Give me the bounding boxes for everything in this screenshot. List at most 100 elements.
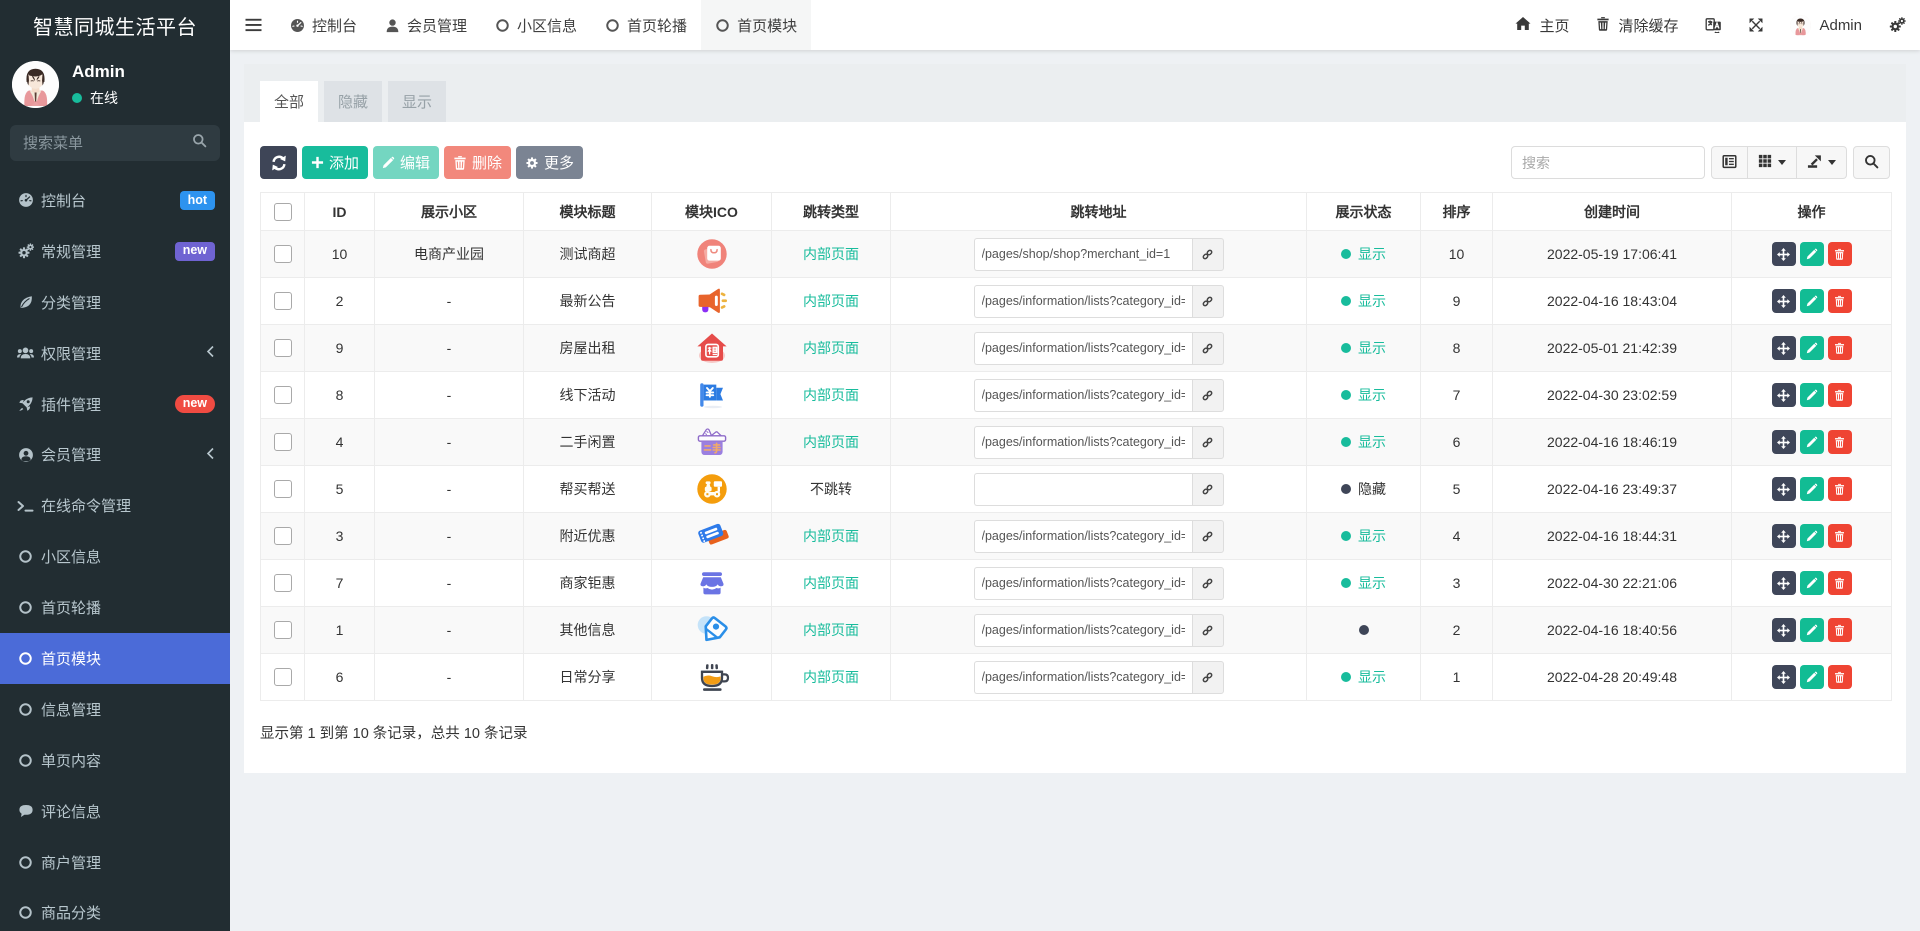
sidebar-item[interactable]: 单页内容 [0,735,230,786]
table-search-input[interactable] [1511,146,1705,179]
topbar-tab[interactable]: 首页轮播 [591,0,701,50]
add-button[interactable]: 添加 [302,146,369,179]
drag-sort-button[interactable] [1771,524,1796,548]
row-checkbox[interactable] [273,668,292,687]
drag-sort-button[interactable] [1771,336,1796,360]
drag-sort-button[interactable] [1771,571,1796,595]
settings-gears-icon[interactable] [1889,17,1906,33]
row-edit-button[interactable] [1799,430,1824,454]
drag-sort-button[interactable] [1771,665,1796,689]
row-edit-button[interactable] [1799,524,1824,548]
drag-sort-button[interactable] [1771,430,1796,454]
link-button[interactable] [1191,237,1224,271]
link-button[interactable] [1191,613,1224,647]
row-edit-button[interactable] [1799,383,1824,407]
link-button[interactable] [1191,331,1224,365]
row-checkbox[interactable] [273,621,292,640]
clear-cache-link[interactable]: 清除缓存 [1596,15,1678,36]
export-button[interactable] [1797,146,1847,179]
jump-url-input[interactable] [973,378,1192,412]
select-all-checkbox[interactable] [273,202,292,221]
sidebar-item[interactable]: 商品分类 [0,887,230,931]
row-checkbox[interactable] [273,386,292,405]
drag-sort-button[interactable] [1771,477,1796,501]
row-edit-button[interactable] [1799,571,1824,595]
more-button[interactable]: 更多 [516,146,584,179]
filter-tab[interactable]: 显示 [388,81,446,122]
search-toggle-button[interactable] [1853,146,1890,179]
row-delete-button[interactable] [1827,289,1852,313]
filter-tab[interactable]: 隐藏 [324,81,382,122]
drag-sort-button[interactable] [1771,618,1796,642]
row-checkbox[interactable] [273,245,292,264]
sidebar-item[interactable]: 会员管理 [0,429,230,480]
link-button[interactable] [1191,566,1224,600]
link-button[interactable] [1191,284,1224,318]
sidebar-search-input[interactable] [23,134,192,152]
sidebar-item[interactable]: 常规管理 new [0,226,230,277]
topbar-tab[interactable]: 控制台 [276,0,371,50]
row-edit-button[interactable] [1799,477,1824,501]
jump-url-input[interactable] [973,519,1192,553]
row-edit-button[interactable] [1799,289,1824,313]
row-delete-button[interactable] [1827,524,1852,548]
row-delete-button[interactable] [1827,242,1852,266]
row-checkbox[interactable] [273,574,292,593]
jump-url-input[interactable] [973,331,1192,365]
edit-button[interactable]: 编辑 [373,146,440,179]
row-checkbox[interactable] [273,339,292,358]
topbar-tab[interactable]: 小区信息 [481,0,591,50]
link-button[interactable] [1191,378,1224,412]
row-delete-button[interactable] [1827,430,1852,454]
row-delete-button[interactable] [1827,336,1852,360]
link-button[interactable] [1191,519,1224,553]
row-delete-button[interactable] [1827,383,1852,407]
sidebar-item[interactable]: 插件管理 new [0,379,230,430]
row-delete-button[interactable] [1827,571,1852,595]
jump-url-input[interactable] [973,566,1192,600]
sidebar-item[interactable]: 分类管理 [0,277,230,328]
delete-button[interactable]: 删除 [444,146,512,179]
jump-url-input[interactable] [973,284,1192,318]
row-delete-button[interactable] [1827,618,1852,642]
user-menu[interactable]: Admin [1790,14,1862,36]
filter-tab[interactable]: 全部 [260,81,318,122]
search-icon[interactable] [192,133,207,153]
sidebar-item[interactable]: 控制台 hot [0,175,230,226]
link-button[interactable] [1191,472,1224,506]
sidebar-item[interactable]: 权限管理 [0,328,230,379]
sidebar-item[interactable]: 在线命令管理 [0,480,230,531]
jump-url-input[interactable] [973,660,1192,694]
drag-sort-button[interactable] [1771,383,1796,407]
menu-toggle-icon[interactable] [230,0,276,50]
language-switch-icon[interactable] [1705,17,1722,33]
row-checkbox[interactable] [273,292,292,311]
row-delete-button[interactable] [1827,665,1852,689]
jump-url-input[interactable] [973,472,1192,506]
sidebar-item[interactable]: 信息管理 [0,684,230,735]
sidebar-item[interactable]: 商户管理 [0,837,230,888]
sidebar-item[interactable]: 小区信息 [0,531,230,582]
row-checkbox[interactable] [273,527,292,546]
drag-sort-button[interactable] [1771,242,1796,266]
jump-url-input[interactable] [973,425,1192,459]
topbar-tab[interactable]: 会员管理 [371,0,481,50]
row-edit-button[interactable] [1799,665,1824,689]
fullscreen-icon[interactable] [1749,18,1763,32]
row-edit-button[interactable] [1799,336,1824,360]
jump-url-input[interactable] [973,237,1192,271]
row-checkbox[interactable] [273,433,292,452]
detail-view-button[interactable] [1711,146,1748,179]
row-edit-button[interactable] [1799,242,1824,266]
row-delete-button[interactable] [1827,477,1852,501]
row-checkbox[interactable] [273,480,292,499]
columns-button[interactable] [1748,146,1797,179]
jump-url-input[interactable] [973,613,1192,647]
sidebar-item[interactable]: 评论信息 [0,786,230,837]
sidebar-item[interactable]: 首页轮播 [0,582,230,633]
sidebar-item[interactable]: 首页模块 [0,633,230,684]
refresh-button[interactable] [260,146,297,179]
topbar-tab[interactable]: 首页模块 [701,0,812,50]
row-edit-button[interactable] [1799,618,1824,642]
drag-sort-button[interactable] [1771,289,1796,313]
